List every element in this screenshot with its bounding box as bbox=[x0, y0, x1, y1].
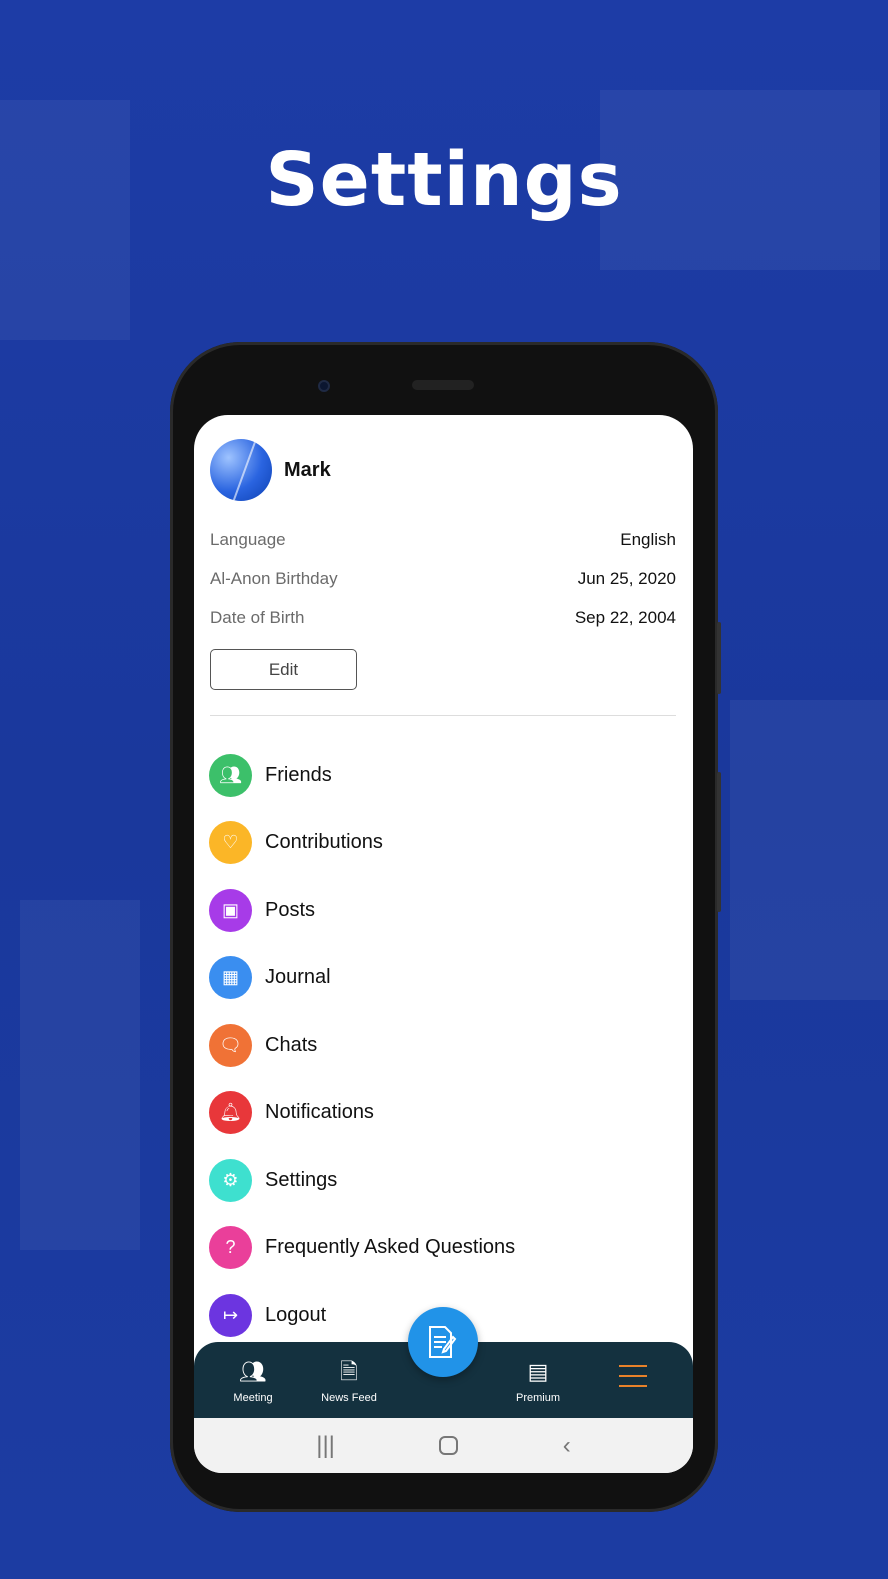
document-icon: 🗎︎ bbox=[340, 1359, 358, 1384]
new-post-fab[interactable] bbox=[408, 1307, 478, 1377]
birthday-value: Jun 25, 2020 bbox=[577, 569, 676, 588]
journal-icon: ▦ bbox=[209, 956, 252, 999]
nav-news-feed[interactable]: 🗎︎ News Feed bbox=[304, 1358, 394, 1404]
menu-item-label: Notifications bbox=[265, 1101, 374, 1123]
people-icon: 👥︎ bbox=[239, 1359, 267, 1384]
menu-item-label: Posts bbox=[265, 898, 316, 921]
menu-item-label: Friends bbox=[265, 763, 332, 786]
faq-icon: ? bbox=[209, 1226, 252, 1269]
chat-icon: 🗨︎ bbox=[209, 1023, 252, 1067]
menu-item-label: Logout bbox=[265, 1303, 327, 1326]
page-title: Settings bbox=[265, 137, 623, 223]
nav-meeting[interactable]: 👥︎ Meeting bbox=[208, 1358, 298, 1404]
menu-item-journal[interactable]: ▦ Journal bbox=[209, 956, 676, 1000]
power-button bbox=[717, 772, 721, 912]
logout-icon: ↦ bbox=[209, 1293, 252, 1337]
language-label: Language bbox=[210, 530, 286, 549]
profile-header: Mark bbox=[210, 439, 676, 501]
menu-item-label: Journal bbox=[265, 966, 331, 988]
menu-item-frequently-asked-questions[interactable]: ? Frequently Asked Questions bbox=[209, 1226, 676, 1270]
avatar[interactable] bbox=[210, 439, 272, 501]
birthday-label: Al-Anon Birthday bbox=[210, 569, 338, 588]
settings-content: Mark Language English Al-Anon Birthday Jun… bbox=[194, 415, 693, 1342]
background-block bbox=[730, 700, 888, 1000]
menu-item-notifications[interactable]: 🔔︎ Notifications bbox=[209, 1091, 676, 1135]
menu-item-friends[interactable]: 👥︎ Friends bbox=[209, 753, 676, 797]
menu-list: 👥︎ Friends ♡ Contributions ▣ Posts ▦ Journal 🗨︎ C… bbox=[209, 753, 676, 1337]
screen: Mark Language English Al-Anon Birthday Jun… bbox=[194, 415, 693, 1473]
menu-item-label: Chats bbox=[265, 1033, 318, 1056]
menu-item-label: Contributions bbox=[265, 831, 383, 853]
edit-button[interactable]: Edit bbox=[210, 649, 357, 690]
language-value: English bbox=[620, 530, 676, 549]
phone-frame: Mark Language English Al-Anon Birthday Jun… bbox=[170, 342, 721, 1512]
profile-name: Mark bbox=[284, 458, 331, 481]
system-nav: ||| ‹ bbox=[194, 1418, 693, 1473]
hamburger-icon[interactable] bbox=[619, 1365, 647, 1395]
camera bbox=[318, 380, 330, 392]
home-icon[interactable] bbox=[439, 1436, 459, 1455]
volume-button bbox=[717, 622, 721, 694]
gear-icon: ⚙︎ bbox=[209, 1158, 252, 1202]
dob-value: Sep 22, 2004 bbox=[574, 608, 676, 627]
recents-icon[interactable]: ||| bbox=[316, 1432, 335, 1460]
heart-hand-icon: ♡ bbox=[209, 821, 252, 864]
profile-fields: Language English Al-Anon Birthday Jun 25, … bbox=[210, 520, 676, 637]
menu-item-posts[interactable]: ▣ Posts bbox=[209, 888, 676, 932]
nav-premium[interactable]: ▤ Premium bbox=[493, 1358, 583, 1404]
dob-label: Date of Birth bbox=[210, 608, 305, 627]
checklist-icon: ▤ bbox=[527, 1359, 549, 1384]
back-icon[interactable]: ‹ bbox=[563, 1432, 571, 1460]
menu-item-label: Frequently Asked Questions bbox=[265, 1236, 516, 1258]
menu-item-settings[interactable]: ⚙︎ Settings bbox=[209, 1158, 676, 1202]
divider bbox=[210, 715, 676, 716]
menu-item-label: Settings bbox=[265, 1168, 338, 1191]
menu-item-contributions[interactable]: ♡ Contributions bbox=[209, 821, 676, 865]
posts-icon: ▣ bbox=[209, 888, 252, 932]
bell-icon: 🔔︎ bbox=[209, 1091, 252, 1134]
menu-item-chats[interactable]: 🗨︎ Chats bbox=[209, 1023, 676, 1067]
edit-document-icon bbox=[429, 1326, 457, 1358]
speaker bbox=[412, 380, 474, 390]
background-block bbox=[20, 900, 140, 1250]
friends-icon: 👥︎ bbox=[209, 753, 252, 797]
